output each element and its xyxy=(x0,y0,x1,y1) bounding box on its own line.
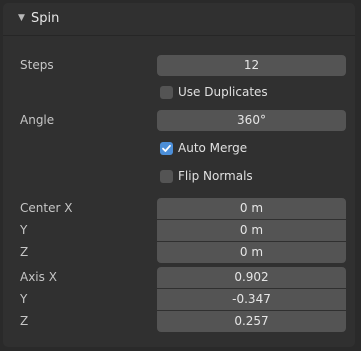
center-y-field[interactable]: 0 m xyxy=(157,220,346,241)
collapse-triangle-icon[interactable]: ▼ xyxy=(18,13,25,23)
center-z-label: Z xyxy=(20,245,29,259)
flip-normals-label: Flip Normals xyxy=(178,169,253,183)
spin-panel: ▼ Spin Steps 12 Use Duplicates Angle 360… xyxy=(3,3,355,347)
axis-z-field[interactable]: 0.257 xyxy=(157,311,346,332)
center-x-label: Center X xyxy=(20,201,73,215)
use-duplicates-label: Use Duplicates xyxy=(178,85,268,99)
axis-z-label: Z xyxy=(20,314,29,328)
axis-x-label: Axis X xyxy=(20,270,57,284)
center-z-row: Z 0 m xyxy=(3,241,355,264)
checkbox-icon[interactable] xyxy=(160,170,173,183)
axis-x-row: Axis X 0.902 xyxy=(3,266,355,289)
center-z-field[interactable]: 0 m xyxy=(157,242,346,263)
panel-title: Spin xyxy=(31,11,60,26)
checkbox-icon[interactable] xyxy=(160,86,173,99)
auto-merge-checkbox[interactable]: Auto Merge xyxy=(160,139,355,159)
angle-field[interactable]: 360° xyxy=(157,110,346,131)
axis-y-label: Y xyxy=(20,292,28,306)
center-x-row: Center X 0 m xyxy=(3,197,355,220)
center-y-label: Y xyxy=(20,223,28,237)
use-duplicates-checkbox[interactable]: Use Duplicates xyxy=(160,83,355,103)
axis-z-row: Z 0.257 xyxy=(3,310,355,333)
center-x-field[interactable]: 0 m xyxy=(157,198,346,219)
steps-row: Steps 12 xyxy=(3,54,355,77)
checkmark-icon xyxy=(162,144,171,152)
checkbox-checked-icon[interactable] xyxy=(160,142,173,155)
axis-y-row: Y -0.347 xyxy=(3,288,355,311)
panel-header[interactable]: ▼ Spin xyxy=(3,3,355,36)
angle-row: Angle 360° xyxy=(3,109,355,132)
axis-y-field[interactable]: -0.347 xyxy=(157,289,346,310)
angle-label: Angle xyxy=(20,113,55,127)
steps-field[interactable]: 12 xyxy=(157,55,346,76)
center-y-row: Y 0 m xyxy=(3,219,355,242)
steps-label: Steps xyxy=(20,58,54,72)
axis-x-field[interactable]: 0.902 xyxy=(157,267,346,288)
flip-normals-checkbox[interactable]: Flip Normals xyxy=(160,167,355,187)
auto-merge-label: Auto Merge xyxy=(178,141,248,155)
